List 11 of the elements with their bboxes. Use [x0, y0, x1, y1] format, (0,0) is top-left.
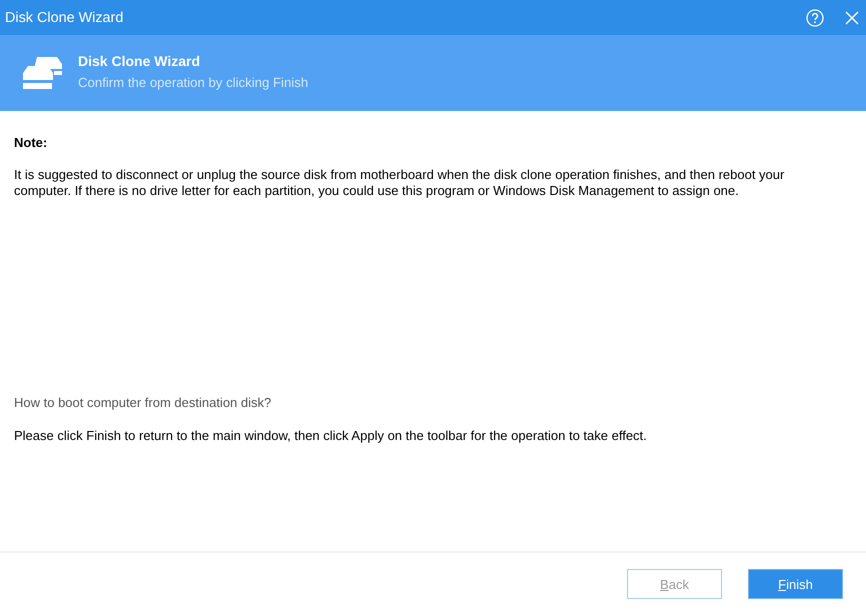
finish-button[interactable]: Finish [748, 569, 843, 599]
note-paragraph: It is suggested to disconnect or unplug the source disk from motherboard when the disk clone operation finishes, and then reboot your computer. If there is no drive letter for each partition, you could use this program or Windows Disk Management to assign one. [14, 167, 786, 199]
disk-drives-icon [23, 57, 62, 89]
help-link[interactable]: How to boot computer from destination disk? [14, 395, 272, 411]
close-icon[interactable] [845, 10, 859, 24]
wizard-heading: Disk Clone Wizard [78, 53, 202, 69]
window-title: Disk Clone Wizard [5, 10, 124, 26]
instruction-text: Please click Finish to return to the main window, then click Apply on the toolbar for the operation to take effect. [14, 428, 647, 444]
note-heading: Note: [14, 135, 48, 151]
help-icon[interactable] [806, 8, 824, 26]
wizard-subtitle: Confirm the operation by clicking Finish [78, 75, 308, 90]
